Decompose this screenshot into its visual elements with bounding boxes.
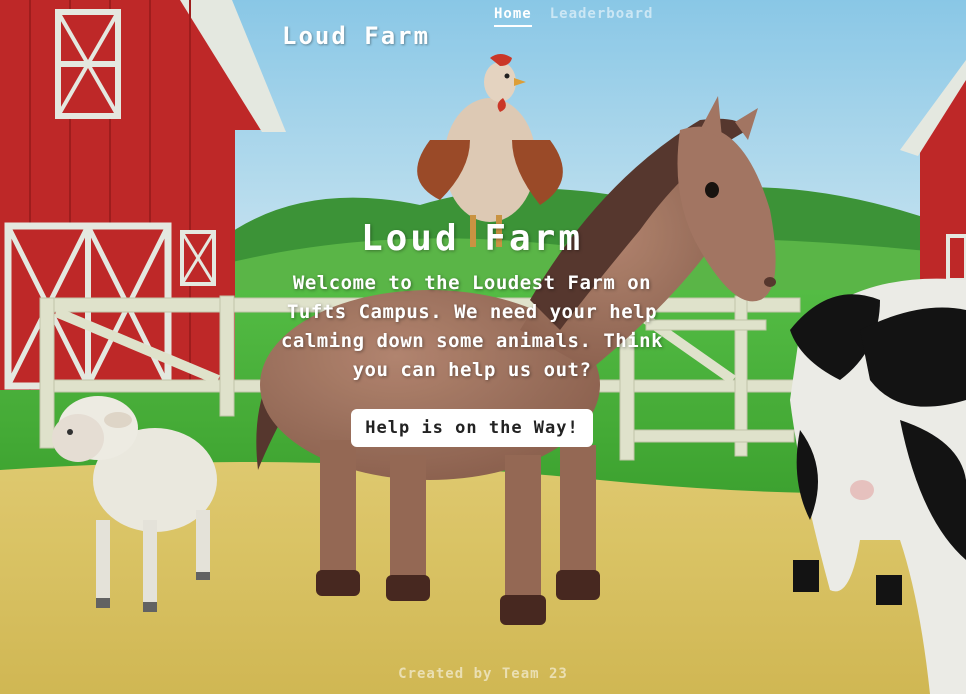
footer-credit: Created by Team 23 (398, 666, 568, 682)
hero-section: Loud Farm Welcome to the Loudest Farm on… (276, 218, 668, 447)
nav-leaderboard-link[interactable]: Leaderboard (550, 6, 654, 27)
hero-lead: Welcome to the Loudest Farm on Tufts Cam… (280, 272, 664, 381)
top-nav: Home Leaderboard (494, 6, 653, 27)
help-is-on-the-way-button[interactable]: Help is on the Way! (351, 409, 593, 447)
hero-title: Loud Farm (360, 218, 584, 259)
brand-title[interactable]: Loud Farm (282, 22, 430, 50)
nav-home-link[interactable]: Home (494, 6, 532, 27)
